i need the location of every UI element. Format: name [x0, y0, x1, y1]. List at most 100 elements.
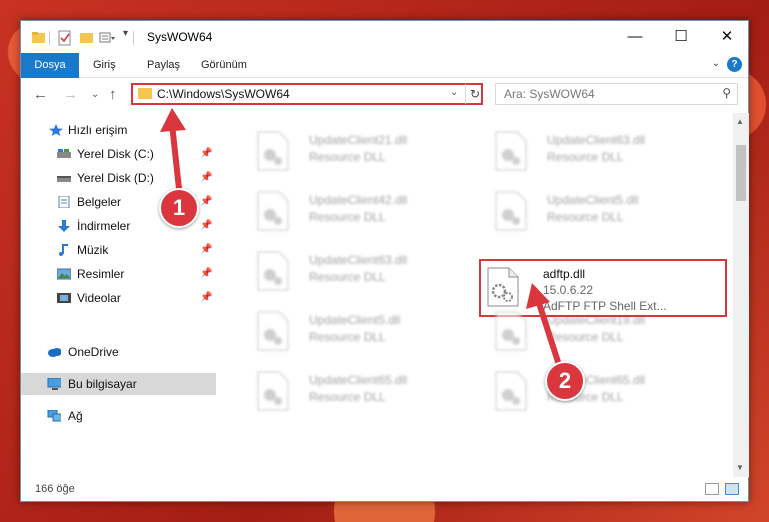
address-bar[interactable]: C:\Windows\SysWOW64 ⌄ ↻: [131, 83, 483, 105]
scrollbar-thumb[interactable]: [736, 145, 746, 201]
pin-icon[interactable]: 📌: [200, 167, 212, 189]
dll-file-icon: [487, 267, 519, 307]
nav-item-pictures[interactable]: Resimler 📌: [21, 263, 216, 285]
ribbon-tabs: Dosya Giriş Paylaş Görünüm ⌄ ?: [21, 53, 748, 105]
nav-item-label: Yerel Disk (D:): [77, 171, 154, 185]
file-item[interactable]: UpdateClient63.dll Resource DLL: [485, 125, 715, 177]
new-folder-icon[interactable]: [79, 30, 95, 46]
file-name: UpdateClient65.dll: [309, 373, 408, 387]
nav-item-label: Videolar: [77, 291, 121, 305]
file-description: Resource DLL: [547, 150, 624, 164]
item-count: 166 öğe: [35, 483, 75, 495]
nav-item-label: Yerel Disk (C:): [77, 147, 154, 161]
nav-item-label: OneDrive: [68, 345, 119, 359]
tiles-view-icon[interactable]: [725, 483, 739, 495]
dll-file-icon: [495, 311, 527, 351]
file-item[interactable]: UpdateClient21.dll Resource DLL: [247, 125, 477, 177]
pin-icon[interactable]: 📌: [200, 191, 212, 213]
nav-item-network[interactable]: Ağ: [21, 405, 216, 427]
file-name: UpdateClient42.dll: [309, 193, 408, 207]
customize-qa-icon[interactable]: [99, 30, 117, 46]
file-item[interactable]: UpdateClient65.dll Resource DLL: [247, 365, 477, 417]
nav-item-label: Bu bilgisayar: [68, 377, 137, 391]
folder-icon: [138, 88, 152, 99]
tab-home[interactable]: Giriş: [93, 53, 116, 77]
dll-file-icon: [257, 311, 289, 351]
pin-icon[interactable]: 📌: [200, 239, 212, 261]
pin-icon[interactable]: 📌: [200, 215, 212, 237]
star-icon: [49, 124, 63, 136]
file-name: UpdateClient19.dll: [547, 313, 646, 327]
back-arrow-icon[interactable]: ←: [33, 86, 48, 103]
tab-share[interactable]: Paylaş: [147, 53, 180, 77]
pin-icon[interactable]: 📌: [200, 143, 212, 165]
explorer-window: ▾ SysWOW64 — ☐ ✕ Dosya Giriş Paylaş Görü…: [20, 20, 749, 502]
file-item[interactable]: UpdateClient19.dll Resource DLL: [485, 305, 715, 357]
file-item[interactable]: UpdateClient42.dll Resource DLL: [247, 185, 477, 237]
computer-icon: [47, 378, 61, 390]
recent-locations-icon[interactable]: ⌄: [91, 89, 99, 100]
nav-item-disk-c[interactable]: Yerel Disk (C:) 📌: [21, 143, 216, 165]
file-name: UpdateClient63.dll: [547, 133, 646, 147]
maximize-button[interactable]: ☐: [658, 21, 704, 53]
navigation-pane: Hızlı erişim Yerel Disk (C:) 📌 Yerel Dis…: [21, 113, 216, 477]
title-separator: [133, 31, 134, 45]
dll-file-icon: [495, 191, 527, 231]
expand-ribbon-icon[interactable]: ⌄: [712, 58, 720, 69]
file-version: 15.0.6.22: [543, 283, 594, 297]
scroll-up-icon[interactable]: ▲: [736, 117, 744, 126]
music-icon: [59, 244, 68, 256]
nav-item-label: Ağ: [68, 409, 83, 423]
pin-icon[interactable]: 📌: [200, 263, 212, 285]
address-path[interactable]: C:\Windows\SysWOW64: [157, 87, 290, 101]
chevron-down-icon[interactable]: ▾: [123, 28, 128, 44]
cloud-icon: [48, 348, 61, 357]
dll-file-icon: [257, 131, 289, 171]
video-icon: [57, 293, 71, 303]
title-bar: ▾ SysWOW64 — ☐ ✕: [21, 21, 748, 53]
search-input[interactable]: Ara: SysWOW64 ⚲: [495, 83, 738, 105]
forward-arrow-icon[interactable]: →: [63, 86, 78, 103]
file-description: Resource DLL: [547, 210, 624, 224]
file-name: UpdateClient5.dll: [547, 193, 639, 207]
up-arrow-icon[interactable]: ↑: [109, 86, 117, 103]
file-description: Resource DLL: [309, 390, 386, 404]
minimize-button[interactable]: —: [612, 21, 658, 53]
download-icon: [58, 220, 70, 232]
documents-icon: [58, 196, 70, 208]
step-callout-1: 1: [159, 188, 199, 228]
details-view-icon[interactable]: [705, 483, 719, 495]
file-name: UpdateClient21.dll: [309, 133, 408, 147]
nav-item-disk-d[interactable]: Yerel Disk (D:) 📌: [21, 167, 216, 189]
nav-item-label: Belgeler: [77, 195, 122, 209]
file-item[interactable]: UpdateClient65.dll Resource DLL: [485, 365, 715, 417]
file-item[interactable]: UpdateClient5.dll Resource DLL: [247, 305, 477, 357]
tab-view[interactable]: Görünüm: [201, 53, 247, 77]
nav-item-label: Müzik: [77, 243, 109, 257]
nav-item-music[interactable]: Müzik 📌: [21, 239, 216, 261]
file-name: UpdateClient63.dll: [309, 253, 408, 267]
file-item[interactable]: UpdateClient63.dll Resource DLL: [247, 245, 477, 297]
properties-icon[interactable]: [57, 30, 73, 46]
title-separator: [49, 31, 50, 45]
search-icon: ⚲: [722, 86, 731, 100]
nav-item-onedrive[interactable]: OneDrive: [21, 341, 216, 363]
pin-icon[interactable]: 📌: [200, 287, 212, 309]
nav-item-videos[interactable]: Videolar 📌: [21, 287, 216, 309]
chevron-down-icon[interactable]: ⌄: [450, 87, 458, 98]
vertical-scrollbar[interactable]: ▲ ▼: [733, 113, 749, 477]
refresh-icon[interactable]: ↻: [465, 84, 484, 104]
close-button[interactable]: ✕: [704, 21, 750, 53]
search-placeholder: Ara: SysWOW64: [504, 87, 595, 101]
pictures-icon: [57, 268, 71, 280]
scroll-down-icon[interactable]: ▼: [736, 463, 744, 472]
file-item[interactable]: UpdateClient5.dll Resource DLL: [485, 185, 715, 237]
drive-icon: [57, 149, 71, 158]
nav-item-this-pc[interactable]: Bu bilgisayar: [21, 373, 216, 395]
nav-item-quick-access[interactable]: Hızlı erişim: [21, 119, 216, 141]
nav-item-label: Hızlı erişim: [68, 123, 128, 137]
help-button[interactable]: ?: [727, 57, 742, 72]
drive-icon: [57, 176, 71, 182]
file-name: UpdateClient5.dll: [309, 313, 401, 327]
file-description: Resource DLL: [547, 330, 624, 344]
